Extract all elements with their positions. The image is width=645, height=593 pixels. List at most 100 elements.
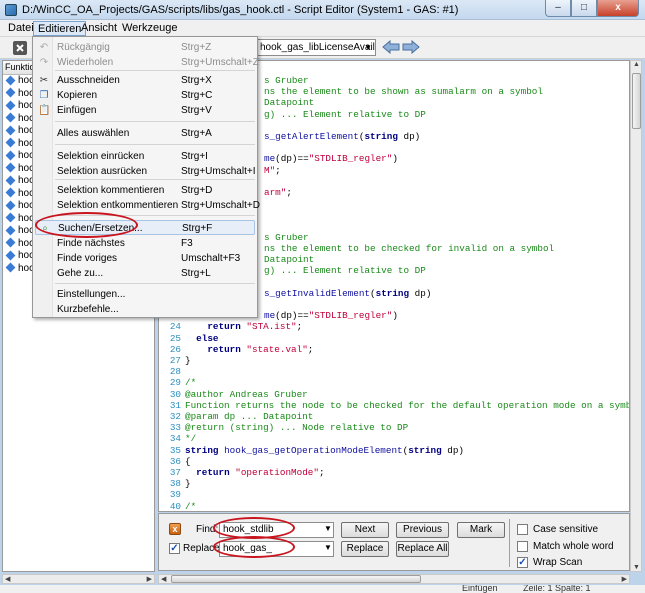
scroll-left-icon[interactable]: ◀ [5, 575, 10, 583]
code-line: me(dp)=="STDLIB_regler") [264, 310, 398, 321]
menu-item-wiederholen[interactable]: ↷ Wiederholen Strg+Umschalt+Z [35, 55, 259, 70]
find-panel-separator [509, 519, 510, 567]
replace-all-button[interactable]: Replace All [396, 541, 449, 557]
code-line: 29 /* [159, 377, 196, 388]
code-token: Datapoint [264, 97, 315, 109]
code-line: 24 return "STA.ist"; [159, 321, 302, 332]
vertical-scrollbar[interactable]: ▲ ▼ [630, 60, 642, 572]
function-icon [5, 187, 16, 198]
scroll-down-icon[interactable]: ▼ [633, 564, 640, 571]
code-line: 35 string hook_gas_getOperationModeElemen… [159, 445, 464, 456]
previous-button[interactable]: Previous [396, 522, 449, 538]
mark-button[interactable]: Mark [457, 522, 505, 538]
code-token: ns the element to be checked for invalid… [264, 243, 555, 254]
code-token: arm" [264, 187, 287, 198]
chevron-down-icon: ▼ [364, 43, 372, 52]
wrap-scan-checkbox[interactable]: ✓ [517, 557, 528, 568]
edit-menu-dropdown: ↶ Rückgängig Strg+Z ↷ Wiederholen Strg+Umscha… [32, 36, 260, 318]
close-find-panel-icon[interactable]: x [169, 523, 181, 535]
editor-horizontal-scrollbar[interactable]: ◀ ▶ [158, 574, 630, 584]
code-token: string [375, 287, 410, 299]
menu-item-label: Kurzbefehle... [57, 304, 119, 315]
whole-word-checkbox[interactable] [517, 541, 528, 552]
code-token: ; [307, 343, 314, 355]
menu-werkzeuge[interactable]: Werkzeuge [118, 21, 181, 36]
code-token: ; [286, 187, 292, 198]
function-icon [5, 225, 16, 236]
maximize-button[interactable]: □ [571, 0, 597, 17]
menu-item-finde-nächstes[interactable]: Finde nächstes F3 [35, 236, 255, 251]
line-number: 27 [169, 355, 181, 366]
scroll-left-icon[interactable]: ◀ [161, 575, 166, 583]
menu-ansicht[interactable]: Ansicht [77, 21, 121, 36]
status-mode: Einfügen [462, 585, 498, 593]
case-sensitive-checkbox[interactable] [517, 524, 528, 535]
code-line: ns the element to be checked for invalid… [264, 243, 554, 254]
replace-checkbox[interactable]: ✓ [169, 543, 180, 554]
code-line: ns the element to be shown as sumalarm o… [264, 86, 543, 97]
menu-item-alles-auswählen[interactable]: Alles auswählen Strg+A [35, 126, 255, 141]
horizontal-scroll-thumb[interactable] [171, 575, 421, 583]
code-token: "operationMode" [235, 467, 319, 478]
code-token: dp) [441, 444, 465, 456]
scroll-up-icon[interactable]: ▲ [633, 61, 640, 68]
next-button[interactable]: Next [341, 522, 389, 538]
menu-item-gehe-zu[interactable]: Gehe zu... Strg+L [35, 266, 255, 281]
menu-item-einstellungen[interactable]: Einstellungen... [35, 287, 255, 302]
replace-button[interactable]: Replace [341, 541, 389, 557]
copy-icon: ❐ [39, 90, 49, 101]
code-line: 28 [159, 366, 185, 377]
minimize-button[interactable]: – [545, 0, 571, 17]
menu-item-selektion-kommentieren[interactable]: Selektion kommentieren Strg+D [35, 183, 255, 198]
line-number: 40 [169, 500, 181, 512]
code-token: (dp)== [275, 153, 309, 165]
menu-item-shortcut: Strg+Z [181, 42, 212, 53]
paste-icon: 📋 [38, 105, 51, 116]
menu-item-label: Selektion einrücken [57, 151, 145, 162]
close-button[interactable]: x [597, 0, 639, 17]
close-file-icon[interactable] [12, 40, 28, 56]
code-line: M"; [264, 165, 281, 176]
vertical-scroll-thumb[interactable] [632, 73, 641, 129]
menu-item-kurzbefehle[interactable]: Kurzbefehle... [35, 302, 255, 317]
chevron-down-icon[interactable]: ▼ [324, 524, 332, 533]
scroll-right-icon[interactable]: ▶ [147, 575, 152, 583]
code-token: (dp)== [275, 310, 309, 322]
code-token: g) ... Element relative to DP [264, 108, 426, 120]
function-icon [5, 112, 16, 123]
menu-item-rückgängig[interactable]: ↶ Rückgängig Strg+Z [35, 40, 255, 55]
chevron-down-icon[interactable]: ▼ [324, 543, 332, 552]
menu-item-label: Ausschneiden [57, 75, 120, 86]
code-line: 37 return "operationMode"; [159, 467, 325, 478]
left-horizontal-scrollbar[interactable]: ◀ ▶ [2, 574, 155, 584]
function-icon [5, 137, 16, 148]
menu-item-ausschneiden[interactable]: ✂ Ausschneiden Strg+X [35, 73, 255, 88]
code-token: /* [185, 500, 197, 512]
scroll-right-icon[interactable]: ▶ [622, 575, 627, 583]
menu-item-kopieren[interactable]: ❐ Kopieren Strg+C [35, 88, 255, 103]
code-token: /* [185, 377, 197, 389]
back-arrow-icon[interactable] [382, 39, 400, 55]
menu-item-selektion-entkommentieren[interactable]: Selektion entkommentieren Strg+Umschalt+D [35, 198, 260, 213]
menu-item-einfügen[interactable]: 📋 Einfügen Strg+V [35, 103, 255, 118]
menu-item-shortcut: Strg+Umschalt+D [181, 200, 260, 211]
menu-item-selektion-einrücken[interactable]: Selektion einrücken Strg+I [35, 149, 255, 164]
function-combo[interactable]: hook_gas_libLicenseAvailable ▼ [256, 39, 376, 56]
menu-item-shortcut: Strg+Umschalt+I [181, 166, 256, 177]
function-icon [5, 162, 16, 173]
code-token: Datapoint [264, 254, 315, 266]
menu-item-label: Gehe zu... [57, 268, 104, 279]
menu-separator [55, 144, 255, 145]
forward-arrow-icon[interactable] [402, 39, 420, 55]
menu-item-label: Wiederholen [57, 57, 114, 68]
line-number: 34 [169, 433, 181, 445]
line-number: 24 [169, 321, 181, 333]
menu-item-finde-voriges[interactable]: Finde voriges Umschalt+F3 [35, 251, 255, 266]
wrap-scan-label: Wrap Scan [533, 557, 583, 568]
code-line: 33 @return (string) ... Node relative to … [159, 422, 408, 433]
menu-item-selektion-ausrücken[interactable]: Selektion ausrücken Strg+Umschalt+I [35, 164, 255, 179]
function-icon [5, 100, 16, 111]
function-icon [5, 175, 16, 186]
